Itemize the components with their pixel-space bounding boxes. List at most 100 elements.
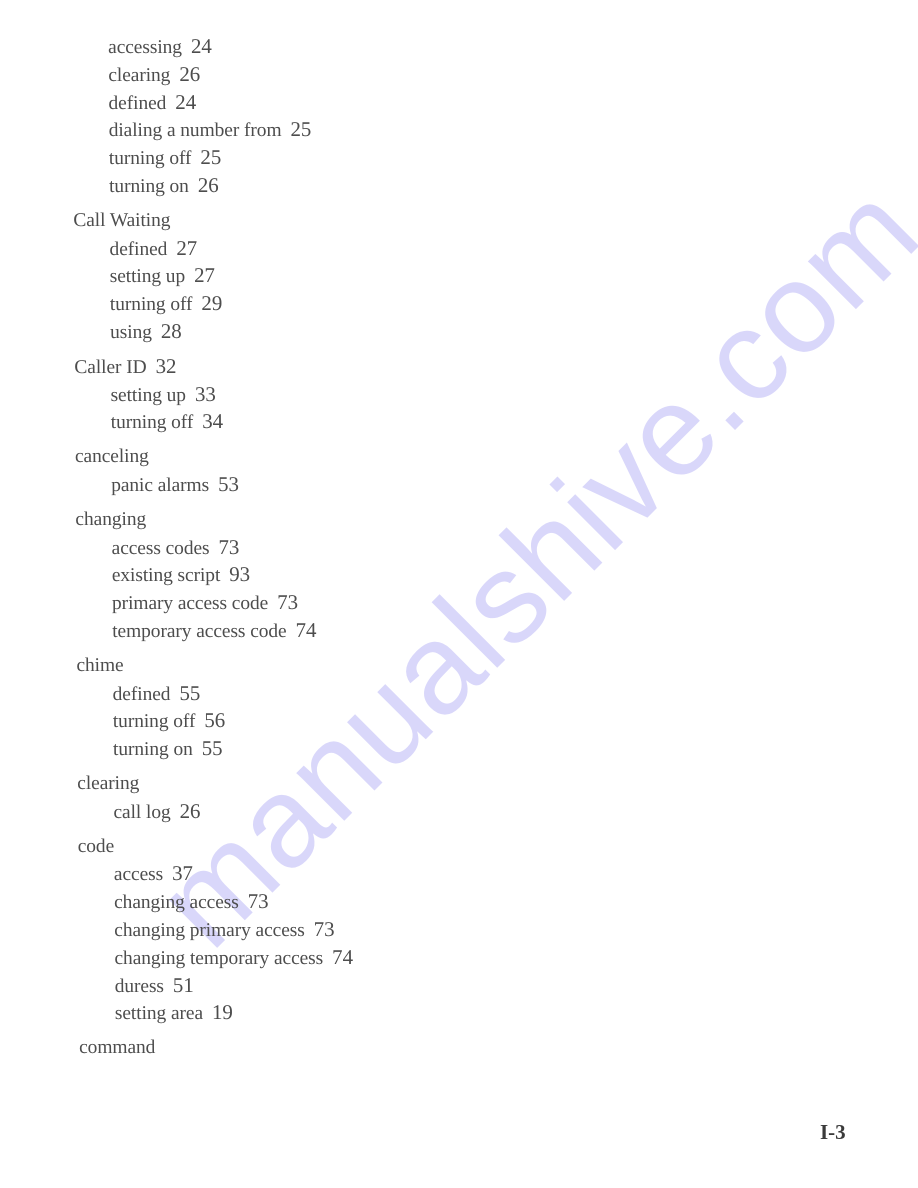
entry-term: canceling	[74, 446, 149, 468]
index-entry-changing: changing access codes 73 existing script 9…	[75, 506, 476, 645]
index-subentry: turning off 56	[77, 707, 477, 735]
entry-term: Caller ID	[74, 356, 147, 378]
subentry-term: temporary access code	[112, 620, 287, 642]
page-ref: 32	[155, 353, 177, 378]
page-ref: 25	[290, 117, 312, 142]
subentry-term: setting up	[110, 384, 186, 406]
page-ref: 26	[179, 61, 201, 86]
index-main-entry: command	[79, 1034, 479, 1062]
page-ref: 24	[175, 89, 197, 114]
subentry-term: clearing	[108, 64, 171, 86]
subentry-term: call log	[113, 801, 171, 823]
index-subentry: call log 26	[77, 798, 477, 826]
entry-term: code	[77, 835, 115, 857]
subentry-term: panic alarms	[111, 474, 210, 496]
page-number: I-3	[820, 1120, 846, 1144]
page-ref: 34	[202, 409, 224, 434]
group-gap	[74, 346, 474, 353]
index-subentry: primary access code 73	[76, 589, 476, 617]
subentry-term: setting up	[109, 266, 186, 288]
index-subentry: access 37	[78, 860, 478, 888]
subentry-term: turning off	[112, 711, 196, 733]
index-entry-code: code access 37 changing access 73 changing…	[78, 833, 479, 1028]
index-main-entry: canceling	[75, 443, 475, 471]
index-subentry: setting area 19	[79, 999, 479, 1027]
index-subentry: access codes 73	[75, 534, 475, 562]
index-entry-command: command	[79, 1034, 479, 1062]
index-subentry: changing access 73	[78, 888, 478, 916]
page-ref: 26	[197, 172, 219, 197]
page-ref: 55	[179, 680, 201, 705]
group-gap	[75, 436, 475, 443]
page-ref: 73	[277, 590, 299, 615]
index-main-entry: code	[78, 833, 478, 861]
entry-term: changing	[75, 508, 147, 530]
page-ref: 28	[160, 318, 182, 343]
subentry-term: defined	[112, 683, 171, 705]
index-entry-call-waiting: Call Waiting defined 27 setting up 27 turn…	[73, 207, 474, 346]
subentry-term: turning off	[108, 148, 192, 170]
page-ref: 24	[190, 34, 212, 58]
subentry-term: defined	[109, 238, 168, 260]
index-entry-clearing: clearing call log 26	[77, 770, 477, 826]
group-gap	[75, 499, 475, 506]
index-subentry: setting up 27	[74, 262, 474, 290]
index-subentry: duress 51	[79, 972, 479, 1000]
entry-term: chime	[76, 654, 124, 676]
index-main-entry: Caller ID 32	[74, 353, 474, 381]
page-ref: 56	[204, 708, 226, 733]
index-subentry: defined 24	[72, 89, 472, 117]
subentry-term: primary access code	[111, 593, 269, 615]
subentry-term: using	[110, 321, 152, 343]
subentry-term: changing primary access	[114, 919, 305, 941]
index-subentry: turning off 29	[74, 290, 474, 318]
entry-term: clearing	[77, 772, 140, 794]
index-subentry: defined 27	[73, 235, 473, 263]
page-ref: 25	[200, 145, 222, 170]
index-entry-canceling: canceling panic alarms 53	[75, 443, 475, 499]
index-entry-chime: chime defined 55 turning off 56 turning on…	[76, 652, 477, 763]
page-ref: 26	[179, 798, 201, 823]
subentry-term: duress	[114, 975, 164, 997]
index-subentry: setting up 33	[74, 381, 474, 409]
page-ref: 55	[201, 736, 223, 761]
index-main-entry: clearing	[77, 770, 477, 798]
page-ref: 74	[332, 944, 354, 969]
entry-term: Call Waiting	[73, 209, 171, 231]
page-ref: 29	[201, 291, 223, 316]
subentry-term: changing access	[113, 892, 239, 914]
index-entry-caller-id: Caller ID 32 setting up 33 turning off 34	[74, 353, 475, 436]
page-ref: 73	[218, 534, 240, 559]
page-ref: 27	[176, 235, 198, 260]
index-entry-continued: accessing 24 clearing 26 defined 24 dialing…	[72, 33, 473, 200]
subentry-term: dialing a number from	[108, 120, 282, 142]
subentry-term: turning on	[112, 739, 193, 761]
page-ref: 33	[194, 381, 216, 406]
page-ref: 27	[193, 263, 215, 288]
subentry-term: access codes	[111, 537, 210, 559]
index-subentry: dialing a number from 25	[73, 116, 473, 144]
subentry-term: changing temporary access	[114, 947, 324, 969]
subentry-term: turning off	[109, 294, 193, 316]
index-main-entry: changing	[75, 506, 475, 534]
group-gap	[73, 200, 473, 207]
subentry-term: access	[113, 864, 164, 886]
subentry-term: accessing	[108, 37, 183, 58]
index-main-entry: Call Waiting	[73, 207, 473, 235]
page-ref: 51	[172, 972, 194, 997]
index-subentry: turning off 25	[73, 144, 473, 172]
index-subentry: temporary access code 74	[76, 617, 476, 645]
index-main-entry: chime	[76, 652, 476, 680]
index-subentry: clearing 26	[72, 61, 472, 89]
page-ref: 19	[211, 1000, 233, 1025]
index-subentry: turning on 26	[73, 172, 473, 200]
page-ref: 74	[295, 617, 317, 642]
subentry-term: existing script	[111, 565, 221, 587]
index-page: manualshive.com accessing 24 clearing 26 d…	[0, 0, 918, 1188]
index-subentry: accessing 24	[72, 33, 472, 61]
index-subentry: using 28	[74, 318, 474, 346]
page-ref: 73	[247, 889, 269, 914]
index-subentry: changing primary access 73	[78, 916, 478, 944]
group-gap	[79, 1027, 479, 1034]
subentry-term: turning on	[108, 175, 189, 197]
